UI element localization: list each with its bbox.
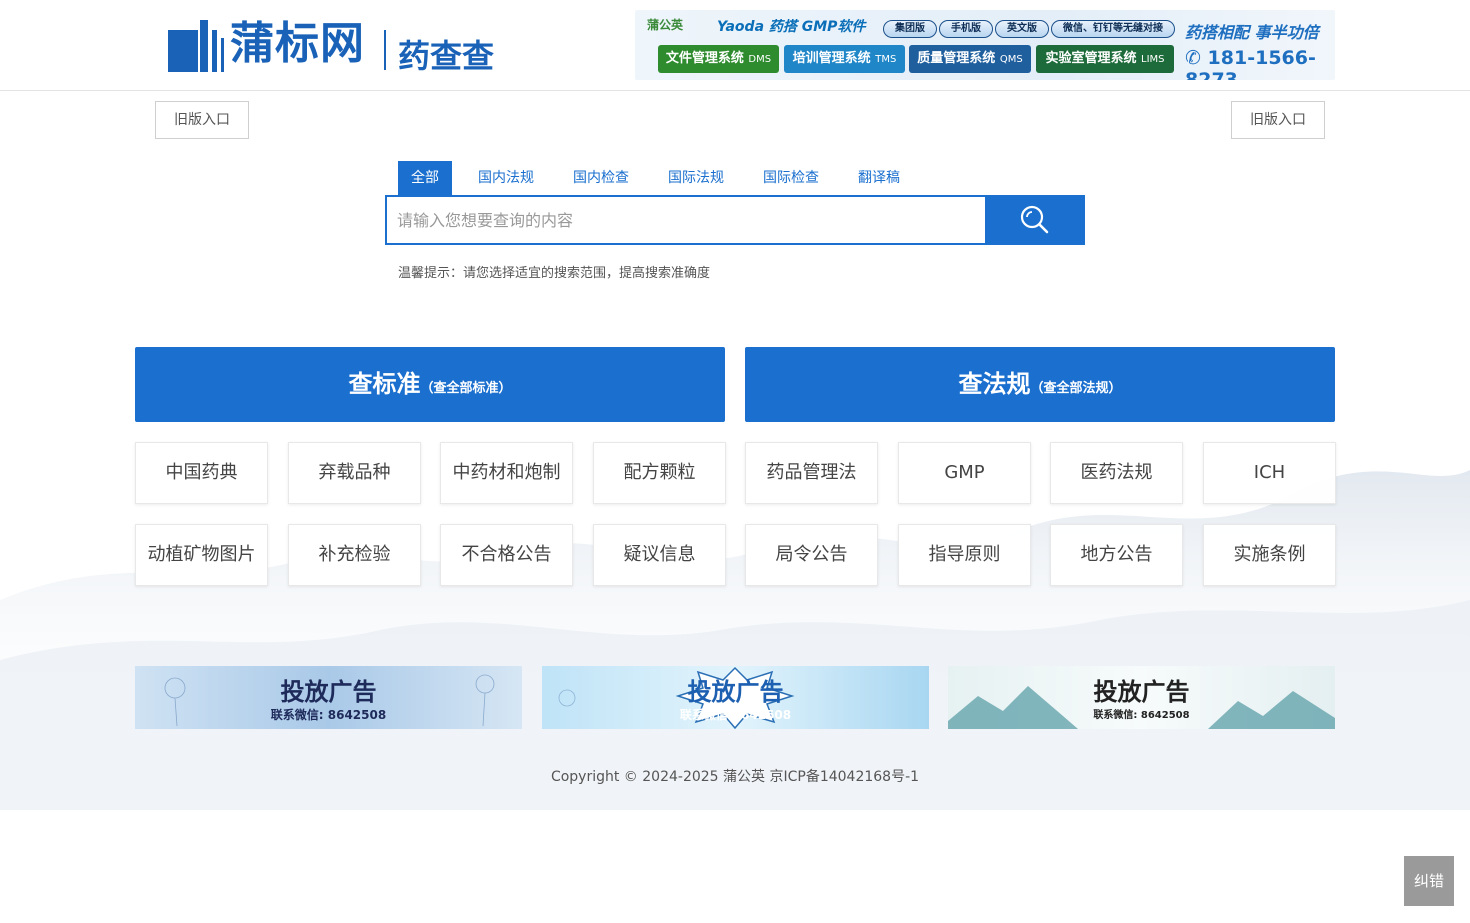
category-button[interactable]: 地方公告 (1050, 524, 1183, 586)
ad-brand-yaoda: Yaoda 药搭 GMP软件 (717, 19, 866, 35)
category-button[interactable]: 实施条例 (1203, 524, 1336, 586)
old-version-button-left[interactable]: 旧版入口 (155, 101, 249, 139)
ad-pill: 手机版 (939, 20, 993, 38)
site-logo[interactable]: 蒲标网 药查查 (166, 16, 496, 76)
ad-box-tms: 培训管理系统 TMS (784, 45, 905, 73)
search-button[interactable] (985, 195, 1085, 245)
ad-brand: 蒲公英 (647, 18, 684, 32)
banner-title: 投放广告 (687, 678, 784, 706)
category-button[interactable]: 弃载品种 (288, 442, 421, 504)
banner-subtitle: 联系微信: 8642508 (1093, 710, 1190, 721)
top-ad-banner[interactable]: 蒲公英 Yaoda 药搭 GMP软件 集团版 手机版 英文版 微信、钉钉等无缝对… (635, 10, 1335, 80)
tab-domestic-regulations[interactable]: 国内法规 (472, 161, 540, 195)
ad-pill: 英文版 (995, 20, 1049, 38)
banner-title: 投放广告 (1093, 678, 1190, 706)
ad-slogan: 药搭相配 事半功倍 (1185, 23, 1319, 42)
category-button[interactable]: GMP (898, 442, 1031, 504)
ad-banner-1[interactable]: 投放广告 联系微信: 8642508 (135, 666, 522, 729)
category-button[interactable]: 中国药典 (135, 442, 268, 504)
category-button[interactable]: 不合格公告 (440, 524, 573, 586)
ad-pill: 微信、钉钉等无缝对接 (1051, 20, 1175, 38)
logo-text: 蒲标网 (230, 18, 365, 69)
tab-international-regulations[interactable]: 国际法规 (662, 161, 730, 195)
category-button[interactable]: 中药材和炮制 (440, 442, 573, 504)
ad-box-lims: 实验室管理系统 LIMS (1036, 45, 1174, 73)
logo-subtitle: 药查查 (398, 37, 495, 75)
search-icon (1020, 205, 1049, 234)
ad-phone: ✆ 181-1566-8273 (1185, 47, 1316, 80)
report-error-button[interactable]: 纠错 (1404, 856, 1454, 906)
category-button[interactable]: 疑议信息 (593, 524, 726, 586)
search-tip: 温馨提示：请您选择适宜的搜索范围，提高搜索准确度 (398, 266, 711, 281)
logo-divider (384, 30, 386, 70)
banner-title: 投放广告 (280, 678, 377, 706)
category-button[interactable]: 局令公告 (745, 524, 878, 586)
category-button[interactable]: 补充检验 (288, 524, 421, 586)
search-input[interactable] (387, 197, 985, 243)
tab-all[interactable]: 全部 (398, 161, 452, 195)
tab-international-inspection[interactable]: 国际检查 (757, 161, 825, 195)
category-button[interactable]: 指导原则 (898, 524, 1031, 586)
old-version-button-right[interactable]: 旧版入口 (1231, 101, 1325, 139)
category-button[interactable]: 配方颗粒 (593, 442, 726, 504)
ad-banner-3[interactable]: 投放广告 联系微信: 8642508 (948, 666, 1335, 729)
category-button[interactable]: 药品管理法 (745, 442, 878, 504)
logo-mark-icon (168, 20, 224, 72)
ad-pill: 集团版 (883, 20, 937, 38)
query-standards-button[interactable]: 查标准（查全部标准） (135, 347, 725, 422)
query-regulations-button[interactable]: 查法规（查全部法规） (745, 347, 1335, 422)
footer-copyright: Copyright © 2024-2025 蒲公英 京ICP备14042168号… (550, 769, 920, 785)
search-box (385, 195, 1085, 245)
banner-subtitle: 联系微信:8642508 (679, 708, 792, 722)
ad-banner-2[interactable]: 投放广告 联系微信:8642508 (542, 666, 929, 729)
ad-box-dms: 文件管理系统 DMS (658, 45, 779, 73)
header: 蒲标网 药查查 蒲公英 Yaoda 药搭 GMP软件 集团版 手机版 英文版 微… (0, 0, 1470, 91)
ad-box-qms: 质量管理系统 QMS (909, 45, 1031, 73)
category-button[interactable]: 动植矿物图片 (135, 524, 268, 586)
category-button[interactable]: ICH (1203, 442, 1336, 504)
query-standards-title: 查标准 (348, 370, 421, 398)
query-regulations-title: 查法规 (958, 370, 1031, 398)
query-standards-sub: （查全部标准） (420, 381, 512, 396)
tab-translations[interactable]: 翻译稿 (852, 161, 906, 195)
query-regulations-sub: （查全部法规） (1030, 381, 1122, 396)
banner-subtitle: 联系微信: 8642508 (270, 708, 387, 722)
category-button[interactable]: 医药法规 (1050, 442, 1183, 504)
tab-domestic-inspection[interactable]: 国内检查 (567, 161, 635, 195)
